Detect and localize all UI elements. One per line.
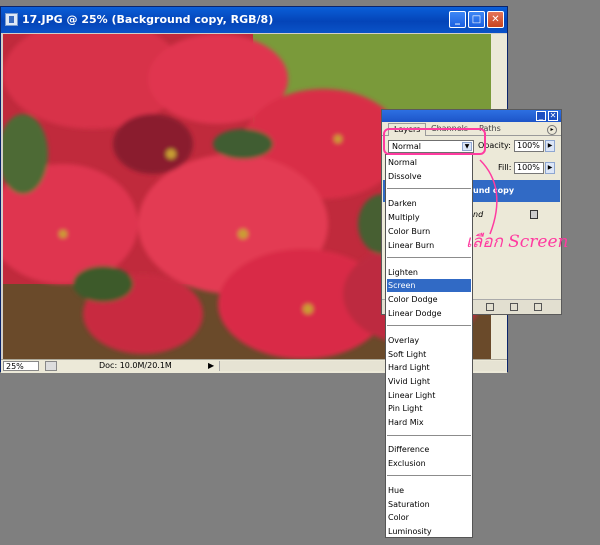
annotation-callout-line <box>479 159 498 235</box>
palette-close-button[interactable]: ✕ <box>548 111 558 121</box>
fill-input[interactable]: 100% <box>514 162 544 174</box>
trash-icon[interactable] <box>534 303 542 311</box>
opacity-arrow-icon[interactable]: ▶ <box>545 140 555 152</box>
close-button[interactable]: ✕ <box>487 11 504 28</box>
menu-item-overlay[interactable]: Overlay <box>387 334 471 347</box>
menu-separator <box>387 475 471 476</box>
menu-item-luminosity[interactable]: Luminosity <box>387 525 471 538</box>
menu-item-difference[interactable]: Difference <box>387 443 471 456</box>
opacity-input[interactable]: 100% <box>514 140 544 152</box>
menu-item-vivid-light[interactable]: Vivid Light <box>387 375 471 388</box>
document-titlebar[interactable]: 17.JPG @ 25% (Background copy, RGB/8) _ … <box>1 7 507 33</box>
maximize-button[interactable]: □ <box>468 11 485 28</box>
menu-item-normal[interactable]: Normal <box>387 156 471 169</box>
menu-item-linear-light[interactable]: Linear Light <box>387 389 471 402</box>
menu-item-dissolve[interactable]: Dissolve <box>387 170 471 183</box>
photoshop-document-icon <box>5 13 18 26</box>
menu-separator <box>387 188 471 189</box>
fill-arrow-icon[interactable]: ▶ <box>545 162 555 174</box>
new-group-icon[interactable] <box>486 303 494 311</box>
menu-item-exclusion[interactable]: Exclusion <box>387 457 471 470</box>
lock-icon <box>530 210 538 219</box>
new-layer-icon[interactable] <box>510 303 518 311</box>
status-preview-icon[interactable] <box>45 361 57 371</box>
minimize-button[interactable]: _ <box>449 11 466 28</box>
palette-minimize-button[interactable]: _ <box>536 111 546 121</box>
blend-mode-menu: Normal Dissolve Darken Multiply Color Bu… <box>385 154 473 538</box>
annotation-text: เลือก Screen <box>466 232 569 252</box>
menu-item-pin-light[interactable]: Pin Light <box>387 402 471 415</box>
menu-item-multiply[interactable]: Multiply <box>387 211 471 224</box>
status-menu-arrow-icon[interactable]: ▶ <box>208 361 218 371</box>
document-title: 17.JPG @ 25% (Background copy, RGB/8) <box>22 13 274 26</box>
menu-separator <box>387 435 471 436</box>
menu-item-linear-dodge[interactable]: Linear Dodge <box>387 307 471 320</box>
palette-menu-icon[interactable]: ▸ <box>547 125 557 135</box>
menu-item-color-burn[interactable]: Color Burn <box>387 225 471 238</box>
menu-item-hue[interactable]: Hue <box>387 484 471 497</box>
menu-separator <box>387 325 471 326</box>
palette-titlebar[interactable]: _ ✕ <box>382 110 561 122</box>
zoom-field[interactable]: 25% <box>3 361 39 371</box>
menu-item-hard-mix[interactable]: Hard Mix <box>387 416 471 429</box>
menu-item-color[interactable]: Color <box>387 511 471 524</box>
menu-item-screen[interactable]: Screen <box>387 279 471 292</box>
menu-item-darken[interactable]: Darken <box>387 197 471 210</box>
menu-item-soft-light[interactable]: Soft Light <box>387 348 471 361</box>
menu-item-hard-light[interactable]: Hard Light <box>387 361 471 374</box>
annotation-highlight-box <box>383 128 486 155</box>
menu-separator <box>387 257 471 258</box>
document-size-info: Doc: 10.0M/20.1M <box>99 361 172 370</box>
menu-item-linear-burn[interactable]: Linear Burn <box>387 239 471 252</box>
menu-item-saturation[interactable]: Saturation <box>387 498 471 511</box>
menu-item-color-dodge[interactable]: Color Dodge <box>387 293 471 306</box>
menu-item-lighten[interactable]: Lighten <box>387 266 471 279</box>
